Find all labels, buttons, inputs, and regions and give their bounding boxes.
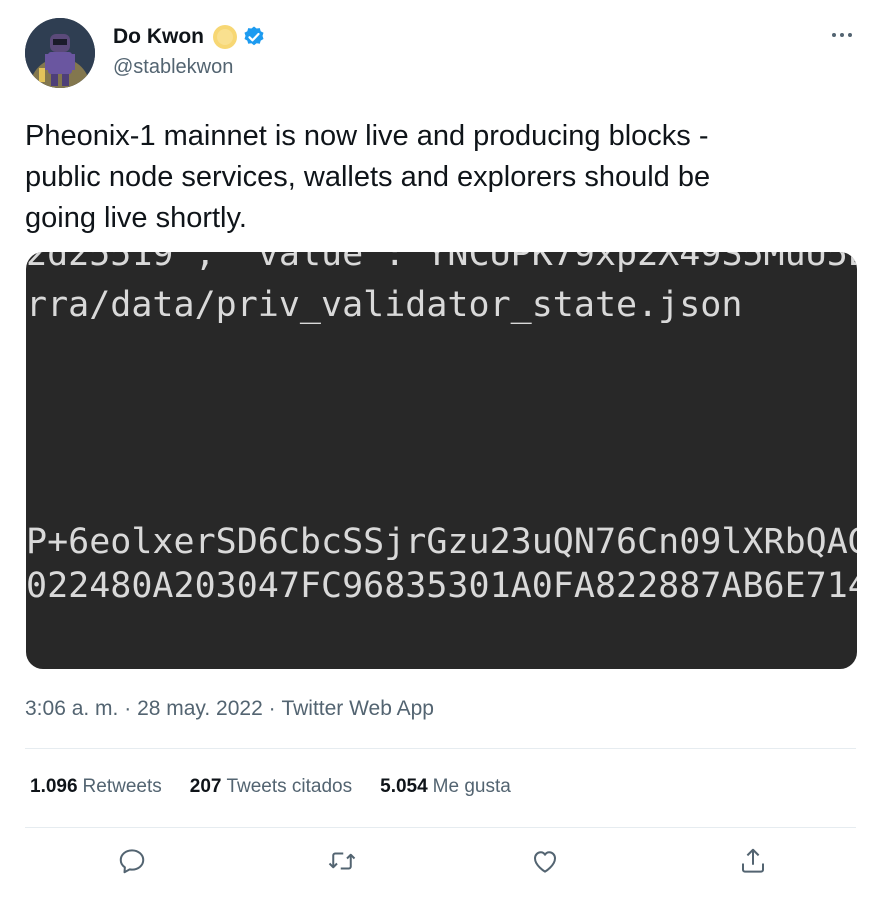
quotes-count: 207	[189, 776, 222, 797]
retweets-stat[interactable]: 1.096 Retweets	[30, 776, 162, 798]
media-text-line: 2d25519", "value":"YNCUPK79xp2X49S5MuU5E…	[26, 252, 857, 274]
media-text-line: rra/data/priv_validator_state.json	[26, 285, 743, 325]
likes-label: Me gusta	[432, 776, 511, 797]
retweets-count: 1.096	[30, 776, 78, 797]
likes-count: 5.054	[380, 776, 428, 797]
likes-stat[interactable]: 5.054 Me gusta	[380, 776, 511, 798]
more-icon[interactable]	[830, 28, 854, 40]
meta-separator: ·	[262, 697, 282, 720]
tweet-card: Do Kwon @stablekwon Pheonix-1 mainnet is…	[0, 0, 880, 898]
share-icon[interactable]	[738, 846, 768, 876]
media-text-line: P+6eolxerSD6CbcSSjrGzu23uQN76Cn09lXRbQAG…	[26, 522, 857, 562]
retweet-icon[interactable]	[327, 846, 357, 876]
like-icon[interactable]	[530, 846, 560, 876]
tweet-source[interactable]: Twitter Web App	[281, 697, 434, 721]
tweet-date[interactable]: 28 may. 2022	[137, 697, 263, 721]
quotes-stat[interactable]: 207 Tweets citados	[190, 776, 352, 798]
avatar[interactable]	[25, 18, 95, 88]
meta-separator: ·	[118, 697, 138, 720]
tweet-time[interactable]: 3:06 a. m.	[25, 697, 118, 721]
media-text-line: 022480A203047FC96835301A0FA822887AB6E714…	[26, 566, 857, 606]
sun-emoji-icon	[212, 24, 238, 50]
divider	[25, 827, 856, 828]
tweet-stats: 1.096 Retweets 207 Tweets citados 5.054 Me …	[30, 776, 539, 798]
tweet-meta: 3:06 a. m. · 28 may. 2022 · Twitter Web …	[25, 697, 434, 721]
tweet-media[interactable]: 2d25519", "value":"YNCUPK79xp2X49S5MuU5E…	[26, 252, 857, 669]
display-name[interactable]: Do Kwon	[113, 25, 204, 49]
avatar-image	[25, 18, 95, 88]
tweet-text: Pheonix-1 mainnet is now live and produc…	[25, 120, 711, 234]
quotes-label: Tweets citados	[226, 776, 353, 797]
retweets-label: Retweets	[82, 776, 162, 797]
divider	[25, 748, 856, 749]
author-name-row: Do Kwon	[113, 24, 266, 50]
verified-badge-icon	[242, 25, 266, 49]
reply-icon[interactable]	[117, 846, 147, 876]
author-handle[interactable]: @stablekwon	[113, 56, 233, 79]
